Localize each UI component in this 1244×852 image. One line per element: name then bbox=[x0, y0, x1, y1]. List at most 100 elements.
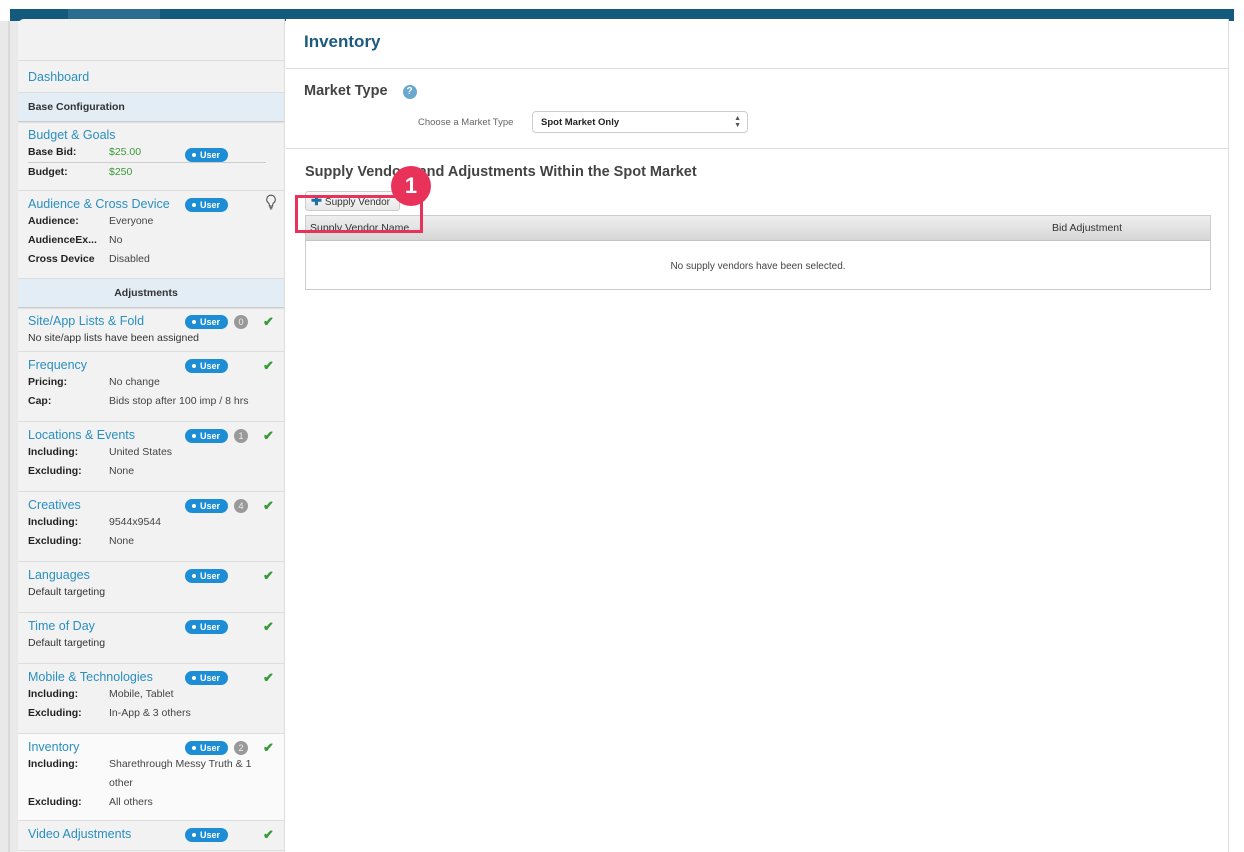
excluding-row: Excluding: None bbox=[28, 462, 274, 481]
sidebar-item-languages[interactable]: Languages Default targeting User ✔ bbox=[18, 562, 284, 613]
value: 9544x9544 bbox=[109, 516, 161, 528]
value: All others bbox=[109, 796, 153, 808]
including-row: Including: Sharethrough Messy Truth & 1 o… bbox=[28, 755, 274, 793]
sidebar-item-title[interactable]: Mobile & Technologies bbox=[28, 669, 274, 685]
value: Mobile, Tablet bbox=[109, 688, 174, 700]
user-badge[interactable]: User bbox=[185, 828, 228, 842]
sidebar-item-title[interactable]: Time of Day bbox=[28, 618, 274, 634]
sidebar: Dashboard Base Configuration Budget & Go… bbox=[18, 19, 285, 852]
check-icon: ✔ bbox=[263, 428, 274, 443]
value: No change bbox=[109, 376, 160, 388]
sidebar-item-title[interactable]: Audience & Cross Device bbox=[28, 196, 274, 212]
market-type-select[interactable]: Spot Market Only ▲ ▼ bbox=[532, 111, 748, 133]
sidebar-item-creatives[interactable]: Creatives Including: 9544x9544 Excluding:… bbox=[18, 492, 284, 562]
label: Cap: bbox=[28, 395, 52, 407]
user-badge[interactable]: User bbox=[185, 429, 228, 443]
table-header: Supply Vendor Name Bid Adjustment bbox=[306, 216, 1210, 241]
label: Including: bbox=[28, 688, 79, 700]
sidebar-item-dashboard[interactable]: Dashboard bbox=[18, 61, 284, 93]
budget-budget-row: Budget: $250 bbox=[28, 163, 274, 182]
market-type-label: Choose a Market Type bbox=[418, 117, 514, 128]
including-row: Including: Mobile, Tablet bbox=[28, 685, 274, 704]
audience-row: Audience: Everyone bbox=[28, 212, 274, 231]
user-badge[interactable]: User bbox=[185, 359, 228, 373]
excluding-row: Excluding: In-App & 3 others bbox=[28, 704, 274, 723]
user-badge[interactable]: User bbox=[185, 198, 228, 212]
label: Excluding: bbox=[28, 707, 82, 719]
market-type-heading: Market Type bbox=[304, 83, 388, 99]
sidebar-item-time-of-day[interactable]: Time of Day Default targeting User ✔ bbox=[18, 613, 284, 664]
sidebar-item-title[interactable]: Budget & Goals bbox=[28, 127, 274, 143]
audience-ex-row: AudienceEx... No bbox=[28, 231, 274, 250]
column-bid-adjustment[interactable]: Bid Adjustment bbox=[1052, 222, 1122, 234]
label: Excluding: bbox=[28, 465, 82, 477]
label: Excluding: bbox=[28, 796, 82, 808]
value: $25.00 bbox=[109, 146, 142, 158]
sidebar-item-site-app-lists[interactable]: Site/App Lists & Fold No site/app lists … bbox=[18, 308, 284, 352]
including-row: Including: 9544x9544 bbox=[28, 513, 274, 532]
cap-row: Cap: Bids stop after 100 imp / 8 hrs bbox=[28, 392, 274, 411]
sidebar-item-title[interactable]: Video Adjustments bbox=[28, 826, 274, 842]
section-adjustments: Adjustments bbox=[18, 279, 284, 308]
excluding-row: Excluding: None bbox=[28, 532, 274, 551]
sidebar-item-title[interactable]: Frequency bbox=[28, 357, 274, 373]
user-badge[interactable]: User bbox=[185, 499, 228, 513]
market-type-section: Market Type ? Choose a Market Type Spot … bbox=[286, 69, 1228, 149]
section-base-configuration: Base Configuration bbox=[18, 93, 284, 122]
label: Budget: bbox=[28, 166, 68, 178]
market-type-selected: Spot Market Only bbox=[541, 117, 620, 128]
sidebar-item-budget[interactable]: Budget & Goals Base Bid: $25.00 Budget: $2… bbox=[18, 122, 284, 191]
user-badge[interactable]: User bbox=[185, 148, 228, 162]
gutter-line bbox=[8, 21, 10, 852]
value: None bbox=[109, 465, 135, 477]
value: No bbox=[109, 234, 123, 246]
user-badge[interactable]: User bbox=[185, 620, 228, 634]
label: AudienceEx... bbox=[28, 234, 97, 246]
annotation-step-badge: 1 bbox=[391, 166, 431, 206]
check-icon: ✔ bbox=[263, 568, 274, 583]
value: Everyone bbox=[109, 215, 154, 227]
user-badge[interactable]: User bbox=[185, 315, 228, 329]
sidebar-item-inventory[interactable]: Inventory Including: Sharethrough Messy T… bbox=[18, 734, 284, 821]
count-badge: 4 bbox=[234, 499, 248, 513]
sidebar-item-note: No site/app lists have been assigned bbox=[28, 332, 200, 344]
page-title: Inventory bbox=[286, 19, 1228, 69]
sidebar-item-title[interactable]: Languages bbox=[28, 567, 274, 583]
user-badge[interactable]: User bbox=[185, 741, 228, 755]
value: In-App & 3 others bbox=[109, 707, 191, 719]
sidebar-item-mobile-technologies[interactable]: Mobile & Technologies Including: Mobile, … bbox=[18, 664, 284, 734]
check-icon: ✔ bbox=[263, 670, 274, 685]
label: Including: bbox=[28, 516, 79, 528]
main-panel: Inventory Market Type ? Choose a Market … bbox=[286, 19, 1229, 852]
check-icon: ✔ bbox=[263, 827, 274, 842]
label: Including: bbox=[28, 758, 79, 770]
label: Cross Device bbox=[28, 253, 95, 265]
value: United States bbox=[109, 446, 173, 458]
left-gutter bbox=[0, 21, 18, 852]
label: Excluding: bbox=[28, 535, 82, 547]
cross-device-row: Cross Device Disabled bbox=[28, 250, 274, 269]
help-icon[interactable]: ? bbox=[402, 85, 417, 99]
check-icon: ✔ bbox=[263, 740, 274, 755]
value: None bbox=[109, 535, 135, 547]
pricing-row: Pricing: No change bbox=[28, 373, 274, 392]
sidebar-item-frequency[interactable]: Frequency Pricing: No change Cap: Bids sto… bbox=[18, 352, 284, 422]
budget-base-bid-row: Base Bid: $25.00 bbox=[28, 143, 274, 162]
check-icon: ✔ bbox=[263, 619, 274, 634]
sidebar-item-audience[interactable]: Audience & Cross Device Audience: Everyon… bbox=[18, 191, 284, 279]
count-badge: 1 bbox=[234, 429, 248, 443]
check-icon: ✔ bbox=[263, 498, 274, 513]
sidebar-item-video-adjustments[interactable]: Video Adjustments User ✔ bbox=[18, 821, 284, 851]
sidebar-item-note: Default targeting bbox=[28, 586, 106, 598]
user-badge[interactable]: User bbox=[185, 569, 228, 583]
count-badge: 0 bbox=[234, 315, 248, 329]
count-badge: 2 bbox=[234, 741, 248, 755]
lightbulb-icon[interactable] bbox=[265, 194, 277, 210]
sidebar-header bbox=[18, 19, 284, 61]
check-icon: ✔ bbox=[263, 314, 274, 329]
sidebar-item-note: Default targeting bbox=[28, 637, 106, 649]
value: Sharethrough Messy Truth & 1 other bbox=[109, 758, 252, 789]
user-badge[interactable]: User bbox=[185, 671, 228, 685]
sidebar-item-locations[interactable]: Locations & Events Including: United Stat… bbox=[18, 422, 284, 492]
label: Pricing: bbox=[28, 376, 68, 388]
